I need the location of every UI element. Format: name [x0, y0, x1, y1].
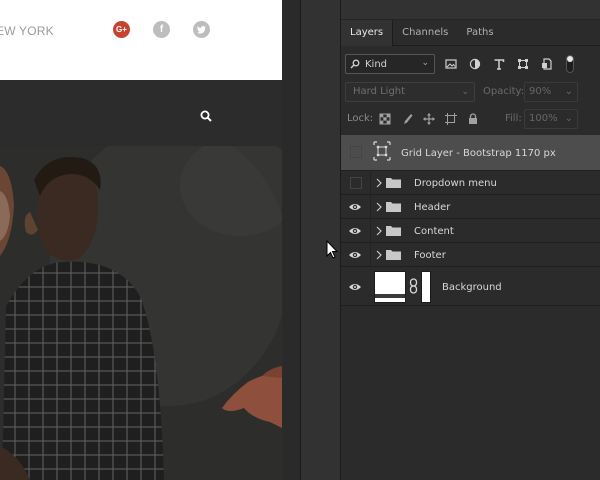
tab-channels[interactable]: Channels	[393, 20, 457, 46]
type-filter-icon[interactable]	[493, 58, 505, 70]
document-canvas[interactable]: EW YORK G+ f	[0, 0, 282, 480]
fill-label: Fill:	[505, 113, 522, 124]
fill-value: 100%	[529, 113, 558, 124]
divider	[370, 196, 371, 218]
search-icon	[350, 59, 360, 69]
lock-image-icon[interactable]	[401, 113, 413, 125]
layer-row-background[interactable]: Background	[341, 268, 600, 306]
divider	[370, 220, 371, 242]
layer-mask-thumbnail[interactable]	[421, 271, 431, 303]
shape-filter-icon[interactable]	[517, 58, 529, 70]
blend-mode-value: Hard Light	[353, 86, 406, 97]
lock-transparent-icon[interactable]	[379, 113, 391, 125]
layer-row-dropdown-menu[interactable]: Dropdown menu	[341, 172, 600, 195]
chevron-down-icon: ⌄	[564, 113, 573, 124]
hero-photo-art	[0, 126, 282, 480]
layers-panel: Layers Channels Paths Kind ⌄ Hard Light …	[341, 0, 600, 480]
lock-label: Lock:	[347, 113, 374, 124]
link-icon[interactable]	[409, 278, 418, 294]
visibility-toggle-empty[interactable]	[350, 177, 362, 189]
layer-list: Grid Layer - Bootstrap 1170 px Dropdown …	[341, 135, 600, 480]
blend-mode-select[interactable]: Hard Light ⌄	[345, 82, 475, 102]
site-topbar: EW YORK G+ f	[0, 0, 282, 80]
chevron-right-icon[interactable]	[375, 250, 383, 260]
opacity-field[interactable]: 90% ⌄	[524, 82, 578, 102]
folder-icon	[386, 226, 401, 236]
layer-filter-row: Kind ⌄	[341, 52, 600, 76]
thumbnail-bar	[375, 294, 405, 298]
divider	[370, 244, 371, 266]
lock-fill-row: Lock: Fill: 100% ⌄	[341, 108, 600, 130]
layer-row-grid-layer[interactable]: Grid Layer - Bootstrap 1170 px	[341, 135, 600, 171]
layer-name: Background	[442, 282, 502, 293]
chevron-right-icon[interactable]	[375, 178, 383, 188]
lock-all-icon[interactable]	[467, 113, 479, 125]
fill-field[interactable]: 100% ⌄	[524, 109, 578, 129]
hero-photo	[0, 126, 282, 480]
panel-tabs: Layers Channels Paths	[341, 20, 600, 46]
google-plus-icon: G+	[113, 21, 130, 38]
eye-icon[interactable]	[348, 280, 362, 294]
photoshop-window: EW YORK G+ f Layers Channels Paths Kind …	[0, 0, 600, 480]
layer-row-footer[interactable]: Footer	[341, 244, 600, 267]
adjustment-filter-icon[interactable]	[469, 58, 481, 70]
filter-toggle-icon[interactable]	[566, 55, 574, 73]
site-navbar	[0, 80, 282, 146]
panel-header-strip	[341, 0, 600, 20]
folder-icon	[386, 250, 401, 260]
layer-row-content[interactable]: Content	[341, 220, 600, 243]
chevron-down-icon: ⌄	[421, 58, 429, 68]
smart-object-filter-icon[interactable]	[541, 58, 553, 70]
chevron-right-icon[interactable]	[375, 226, 383, 236]
opacity-value: 90%	[529, 86, 552, 97]
facebook-icon: f	[153, 21, 170, 38]
chevron-right-icon[interactable]	[375, 202, 383, 212]
twitter-icon	[193, 21, 210, 38]
search-icon	[200, 110, 212, 122]
eye-icon[interactable]	[348, 200, 362, 214]
layer-name: Grid Layer - Bootstrap 1170 px	[401, 148, 556, 159]
layer-name: Content	[414, 226, 454, 237]
blend-opacity-row: Hard Light ⌄ Opacity: 90% ⌄	[341, 81, 600, 103]
opacity-label: Opacity:	[483, 86, 525, 97]
filter-kind-select[interactable]: Kind ⌄	[345, 54, 435, 74]
divider	[370, 172, 371, 194]
tab-paths[interactable]: Paths	[457, 20, 502, 46]
lock-artboard-icon[interactable]	[445, 113, 457, 125]
layer-name: Footer	[414, 250, 446, 261]
visibility-toggle-empty[interactable]	[350, 146, 362, 158]
eye-icon[interactable]	[348, 224, 362, 238]
eye-icon[interactable]	[348, 248, 362, 262]
tab-layers[interactable]: Layers	[341, 20, 394, 46]
layer-name: Dropdown menu	[414, 178, 497, 189]
layer-name: Header	[414, 202, 451, 213]
smart-object-thumbnail-icon	[373, 141, 391, 161]
mouse-cursor-icon	[326, 240, 338, 259]
site-city-text: EW YORK	[0, 24, 54, 38]
chevron-down-icon: ⌄	[564, 86, 573, 97]
folder-icon	[386, 178, 401, 188]
image-filter-icon[interactable]	[445, 58, 457, 70]
filter-kind-label: Kind	[365, 58, 388, 70]
layer-row-header[interactable]: Header	[341, 196, 600, 219]
lock-position-icon[interactable]	[423, 113, 435, 125]
chevron-down-icon: ⌄	[461, 87, 469, 97]
canvas-gutter	[282, 0, 300, 480]
folder-icon	[386, 202, 401, 212]
layer-thumbnail	[374, 271, 406, 303]
